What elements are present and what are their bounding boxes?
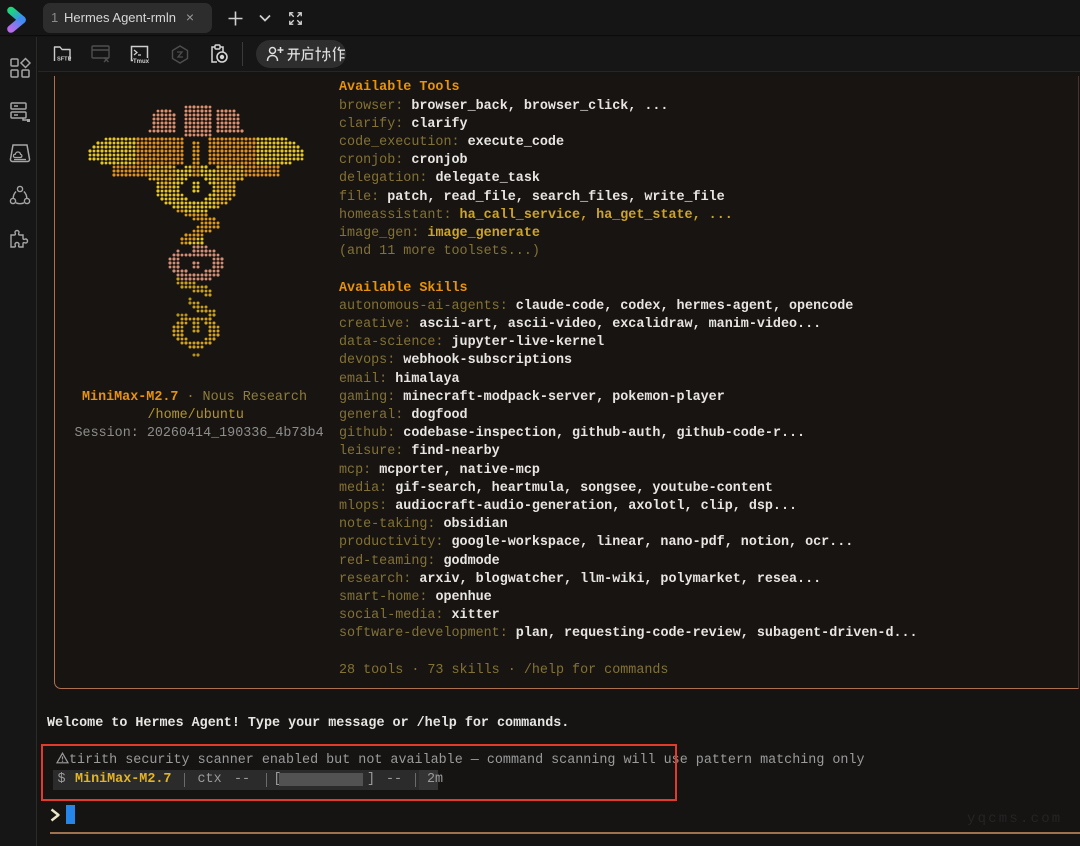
svg-text:Tmux: Tmux [133,59,150,64]
svg-text:SFTP: SFTP [57,57,72,63]
